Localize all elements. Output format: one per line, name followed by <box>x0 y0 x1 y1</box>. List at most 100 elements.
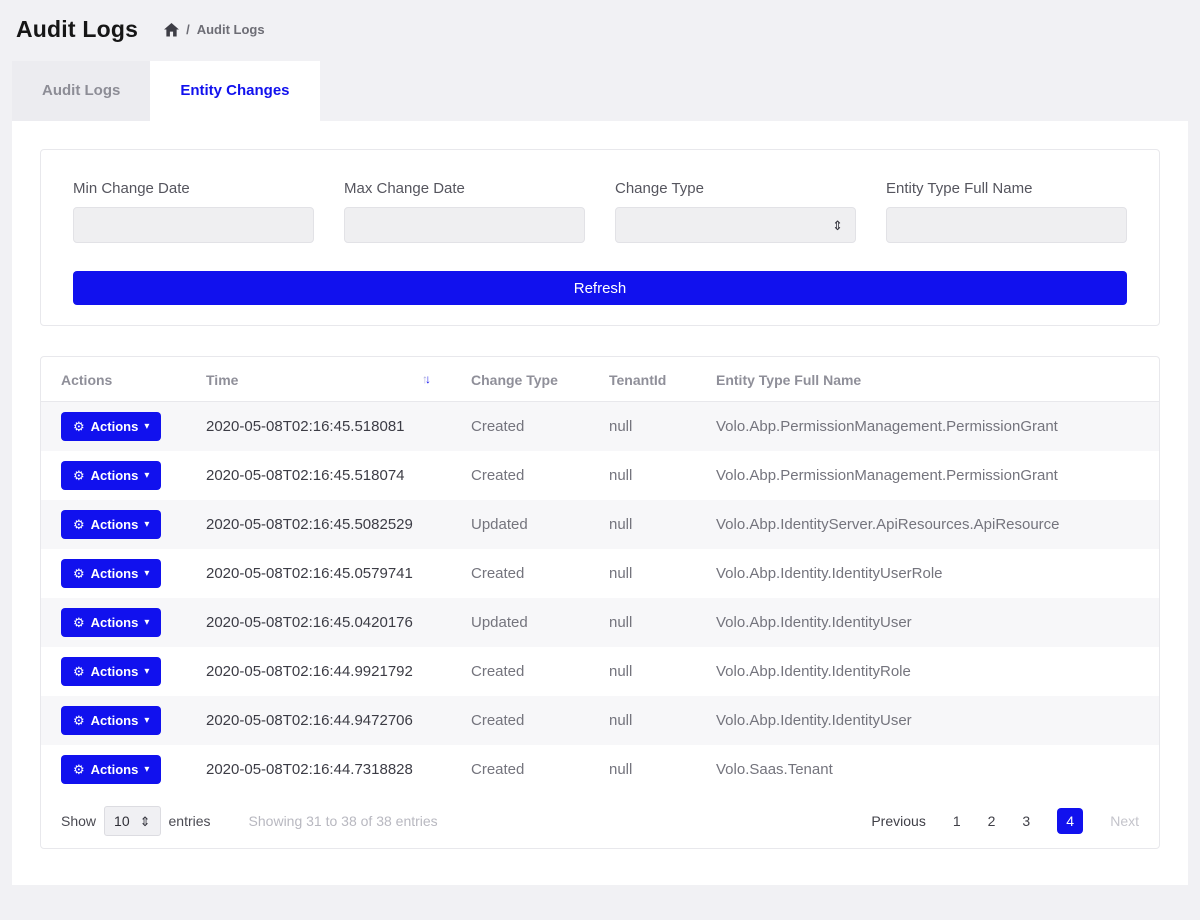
sort-icon[interactable]: ↑↓ <box>422 372 431 386</box>
table-row: ⚙Actions▾ 2020-05-08T02:16:45.518074 Cre… <box>41 451 1159 500</box>
table-row: ⚙Actions▾ 2020-05-08T02:16:44.9921792 Cr… <box>41 647 1159 696</box>
gear-icon: ⚙ <box>73 665 85 678</box>
cell-actions: ⚙Actions▾ <box>41 402 186 452</box>
cell-change-type: Updated <box>451 500 589 549</box>
cell-actions: ⚙Actions▾ <box>41 500 186 549</box>
cell-change-type: Created <box>451 696 589 745</box>
pagination-page-1[interactable]: 1 <box>953 813 961 829</box>
row-actions-button[interactable]: ⚙Actions▾ <box>61 755 161 784</box>
max-change-date-input[interactable] <box>344 207 585 243</box>
tab-bar: Audit Logs Entity Changes <box>12 61 1188 121</box>
select-arrows-icon: ⇕ <box>832 219 843 232</box>
cell-tenant-id: null <box>589 451 696 500</box>
breadcrumb: / Audit Logs <box>164 22 265 37</box>
min-change-date-label: Min Change Date <box>73 180 314 197</box>
select-arrows-icon: ⇕ <box>140 815 151 828</box>
home-icon[interactable] <box>164 23 179 37</box>
row-actions-button[interactable]: ⚙Actions▾ <box>61 608 161 637</box>
entity-changes-table-card: Actions Time ↑↓ Change Type TenantId Ent… <box>40 356 1160 849</box>
column-header-change-type: Change Type <box>451 357 589 402</box>
page-header: Audit Logs / Audit Logs <box>0 0 1200 55</box>
cell-entity-type: Volo.Abp.Identity.IdentityUser <box>696 696 1159 745</box>
min-change-date-input[interactable] <box>73 207 314 243</box>
caret-down-icon: ▾ <box>144 520 149 530</box>
cell-change-type: Updated <box>451 598 589 647</box>
cell-entity-type: Volo.Abp.IdentityServer.ApiResources.Api… <box>696 500 1159 549</box>
cell-entity-type: Volo.Abp.Identity.IdentityUserRole <box>696 549 1159 598</box>
pagination-page-4-active[interactable]: 4 <box>1057 808 1083 834</box>
gear-icon: ⚙ <box>73 420 85 433</box>
pagination-page-2[interactable]: 2 <box>988 813 996 829</box>
row-actions-button[interactable]: ⚙Actions▾ <box>61 706 161 735</box>
show-label: Show <box>61 813 96 829</box>
cell-entity-type: Volo.Abp.PermissionManagement.Permission… <box>696 402 1159 452</box>
cell-time: 2020-05-08T02:16:45.518081 <box>186 402 451 452</box>
column-header-time[interactable]: Time ↑↓ <box>186 357 451 402</box>
cell-change-type: Created <box>451 402 589 452</box>
filter-change-type: Change Type ⇕ <box>615 180 856 243</box>
table-row: ⚙Actions▾ 2020-05-08T02:16:45.0579741 Cr… <box>41 549 1159 598</box>
pagination-next: Next <box>1110 813 1139 829</box>
cell-time: 2020-05-08T02:16:45.518074 <box>186 451 451 500</box>
row-actions-button[interactable]: ⚙Actions▾ <box>61 412 161 441</box>
refresh-button[interactable]: Refresh <box>73 271 1127 305</box>
table-row: ⚙Actions▾ 2020-05-08T02:16:45.5082529 Up… <box>41 500 1159 549</box>
cell-change-type: Created <box>451 647 589 696</box>
showing-entries-text: Showing 31 to 38 of 38 entries <box>249 813 438 829</box>
table-row: ⚙Actions▾ 2020-05-08T02:16:44.7318828 Cr… <box>41 745 1159 794</box>
row-actions-button[interactable]: ⚙Actions▾ <box>61 657 161 686</box>
gear-icon: ⚙ <box>73 616 85 629</box>
cell-tenant-id: null <box>589 402 696 452</box>
cell-tenant-id: null <box>589 696 696 745</box>
caret-down-icon: ▾ <box>144 471 149 481</box>
page-title: Audit Logs <box>16 16 138 43</box>
table-row: ⚙Actions▾ 2020-05-08T02:16:44.9472706 Cr… <box>41 696 1159 745</box>
page-size-select[interactable]: 10 ⇕ <box>104 806 160 836</box>
caret-down-icon: ▾ <box>144 765 149 775</box>
gear-icon: ⚙ <box>73 469 85 482</box>
cell-entity-type: Volo.Saas.Tenant <box>696 745 1159 794</box>
change-type-select[interactable]: ⇕ <box>615 207 856 243</box>
column-header-entity-type: Entity Type Full Name <box>696 357 1159 402</box>
change-type-label: Change Type <box>615 180 856 197</box>
cell-actions: ⚙Actions▾ <box>41 647 186 696</box>
row-actions-button[interactable]: ⚙Actions▾ <box>61 461 161 490</box>
caret-down-icon: ▾ <box>144 716 149 726</box>
entity-type-label: Entity Type Full Name <box>886 180 1127 197</box>
caret-down-icon: ▾ <box>144 569 149 579</box>
column-header-tenant-id: TenantId <box>589 357 696 402</box>
cell-entity-type: Volo.Abp.Identity.IdentityRole <box>696 647 1159 696</box>
cell-actions: ⚙Actions▾ <box>41 451 186 500</box>
row-actions-button[interactable]: ⚙Actions▾ <box>61 559 161 588</box>
pagination-previous[interactable]: Previous <box>871 813 925 829</box>
entries-label: entries <box>169 813 211 829</box>
pagination-page-3[interactable]: 3 <box>1022 813 1030 829</box>
table-footer: Show 10 ⇕ entries Showing 31 to 38 of 38… <box>41 794 1159 848</box>
cell-entity-type: Volo.Abp.PermissionManagement.Permission… <box>696 451 1159 500</box>
max-change-date-label: Max Change Date <box>344 180 585 197</box>
cell-tenant-id: null <box>589 745 696 794</box>
table-row: ⚙Actions▾ 2020-05-08T02:16:45.0420176 Up… <box>41 598 1159 647</box>
table-header-row: Actions Time ↑↓ Change Type TenantId Ent… <box>41 357 1159 402</box>
cell-tenant-id: null <box>589 500 696 549</box>
cell-time: 2020-05-08T02:16:44.9472706 <box>186 696 451 745</box>
tab-audit-logs[interactable]: Audit Logs <box>12 61 150 121</box>
pagination: Previous 1 2 3 4 Next <box>871 808 1139 834</box>
filter-max-change-date: Max Change Date <box>344 180 585 243</box>
row-actions-button[interactable]: ⚙Actions▾ <box>61 510 161 539</box>
gear-icon: ⚙ <box>73 518 85 531</box>
filters-card: Min Change Date Max Change Date Change T… <box>40 149 1160 326</box>
cell-actions: ⚙Actions▾ <box>41 696 186 745</box>
gear-icon: ⚙ <box>73 714 85 727</box>
column-header-actions: Actions <box>41 357 186 402</box>
table-row: ⚙Actions▾ 2020-05-08T02:16:45.518081 Cre… <box>41 402 1159 452</box>
cell-time: 2020-05-08T02:16:45.0579741 <box>186 549 451 598</box>
cell-actions: ⚙Actions▾ <box>41 549 186 598</box>
breadcrumb-separator: / <box>186 22 190 37</box>
filter-entity-type: Entity Type Full Name <box>886 180 1127 243</box>
cell-entity-type: Volo.Abp.Identity.IdentityUser <box>696 598 1159 647</box>
cell-change-type: Created <box>451 451 589 500</box>
entity-type-input[interactable] <box>886 207 1127 243</box>
entity-changes-panel: Min Change Date Max Change Date Change T… <box>12 121 1188 885</box>
tab-entity-changes[interactable]: Entity Changes <box>150 61 319 121</box>
